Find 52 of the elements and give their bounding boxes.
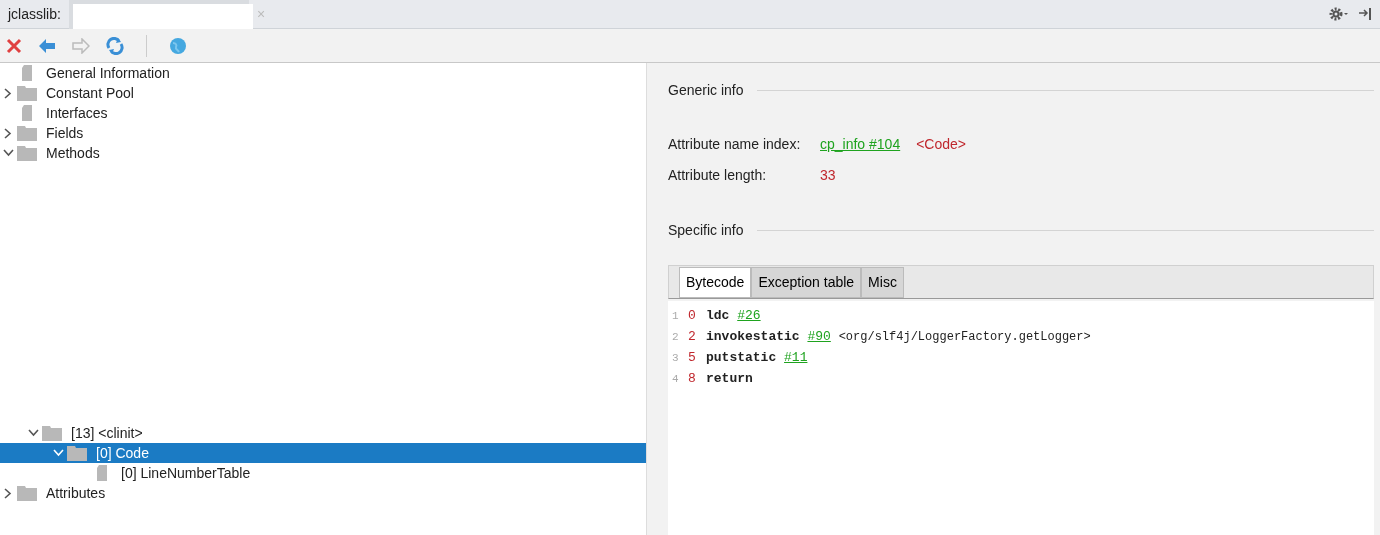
section-title: Specific info bbox=[668, 220, 744, 240]
tree-item[interactable]: Fields bbox=[46, 123, 84, 143]
file-icon bbox=[95, 465, 109, 481]
tree-item[interactable]: General Information bbox=[46, 63, 170, 83]
folder-icon bbox=[67, 445, 87, 461]
close-icon[interactable] bbox=[6, 37, 22, 54]
tab[interactable]: Bytecode bbox=[679, 267, 752, 298]
line-number: 3 bbox=[671, 351, 680, 366]
field-value: <Code> bbox=[916, 135, 966, 154]
opcode: putstatic bbox=[706, 350, 777, 365]
chevron-right-icon[interactable] bbox=[4, 127, 12, 139]
section-title: Generic info bbox=[668, 80, 744, 100]
tree-item[interactable]: Attributes bbox=[46, 483, 106, 503]
chevron-right-icon[interactable] bbox=[4, 487, 12, 499]
chevron-right-icon[interactable] bbox=[4, 87, 12, 99]
line-number: 1 bbox=[671, 309, 680, 324]
bytecode-offset: 0 bbox=[688, 307, 697, 325]
tree-item[interactable]: Constant Pool bbox=[46, 83, 134, 103]
chevron-down-icon[interactable] bbox=[27, 429, 39, 437]
opcode: invokestatic bbox=[706, 329, 800, 344]
tree-item[interactable]: [0] Code bbox=[96, 443, 149, 463]
opcode: ldc bbox=[706, 308, 730, 323]
refresh-icon[interactable] bbox=[106, 36, 124, 55]
pin-icon[interactable] bbox=[1358, 7, 1372, 21]
tree-item[interactable]: [0] LineNumberTable bbox=[121, 463, 251, 483]
tree-item[interactable]: Interfaces bbox=[46, 103, 108, 123]
back-arrow-icon[interactable] bbox=[38, 37, 56, 54]
folder-icon bbox=[17, 85, 37, 101]
settings-icon[interactable] bbox=[1328, 6, 1350, 22]
file-icon bbox=[20, 105, 34, 121]
class-input-field[interactable] bbox=[72, 3, 253, 29]
tree-item[interactable]: Methods bbox=[46, 143, 100, 163]
file-icon bbox=[20, 65, 34, 81]
folder-icon bbox=[17, 125, 37, 141]
code-comment: <org/slf4j/LoggerFactory.getLogger> bbox=[838, 330, 1091, 344]
line-number: 2 bbox=[671, 330, 680, 345]
folder-icon bbox=[17, 485, 37, 501]
chevron-down-icon[interactable] bbox=[2, 149, 14, 157]
field-label: Attribute length: bbox=[668, 166, 768, 185]
bytecode-offset: 2 bbox=[688, 328, 697, 346]
field-value: 33 bbox=[820, 166, 836, 185]
bytecode-offset: 5 bbox=[688, 349, 697, 367]
tab[interactable]: Exception table bbox=[751, 267, 862, 298]
tree-item[interactable]: [13] <clinit> bbox=[71, 423, 143, 443]
field-label: Attribute name index: bbox=[668, 135, 802, 154]
bytecode-offset: 8 bbox=[688, 370, 697, 388]
folder-icon bbox=[17, 145, 37, 161]
opcode: return bbox=[706, 371, 753, 386]
folder-icon bbox=[42, 425, 62, 441]
line-number: 4 bbox=[671, 372, 680, 387]
app-label: jclasslib: bbox=[6, 4, 62, 24]
tab[interactable]: Misc bbox=[861, 267, 904, 298]
